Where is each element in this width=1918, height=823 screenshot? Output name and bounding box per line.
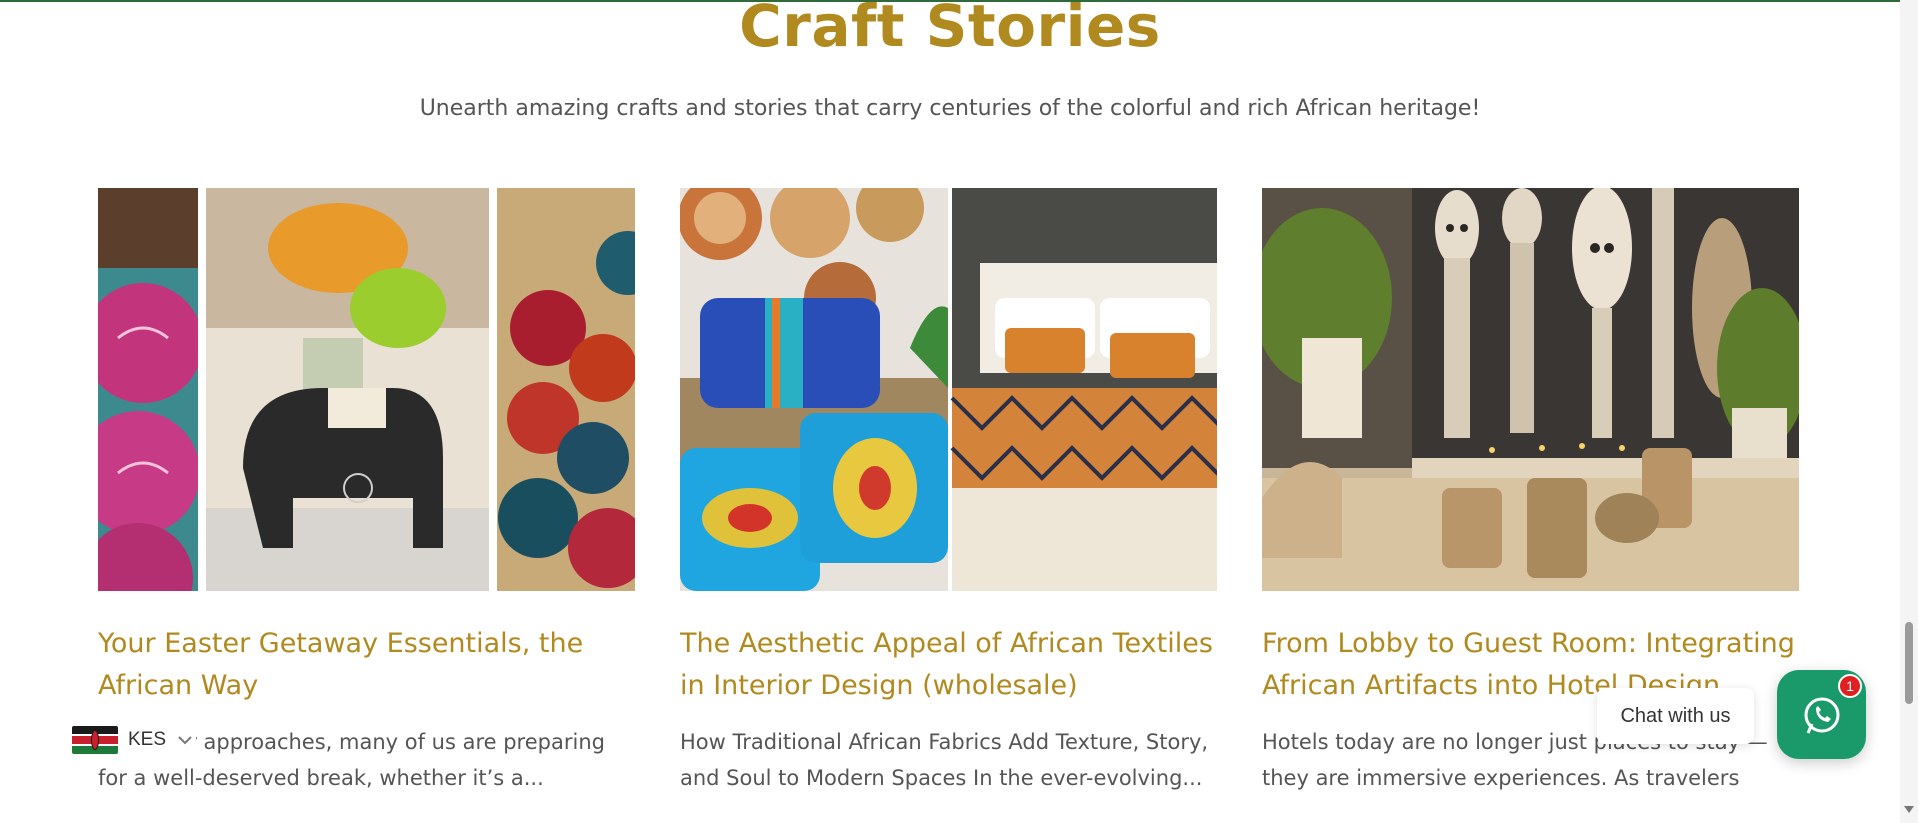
chat-label[interactable]: Chat with us bbox=[1597, 688, 1754, 744]
chevron-down-icon bbox=[178, 736, 192, 745]
easter-collage-image bbox=[98, 188, 635, 591]
blog-card: Your Easter Getaway Essentials, the Afri… bbox=[98, 188, 635, 796]
scrollbar-thumb[interactable] bbox=[1905, 622, 1913, 704]
page-scrollbar[interactable] bbox=[1900, 0, 1918, 823]
blog-card: The Aesthetic Appeal of African Textiles… bbox=[680, 188, 1217, 796]
currency-code: KES bbox=[128, 729, 167, 750]
kenya-flag-icon bbox=[72, 726, 118, 754]
card-title[interactable]: Your Easter Getaway Essentials, the Afri… bbox=[98, 623, 635, 707]
section-title: Craft Stories bbox=[739, 0, 1161, 60]
scroll-down-arrow-icon[interactable] bbox=[1904, 806, 1914, 813]
card-title[interactable]: The Aesthetic Appeal of African Textiles… bbox=[680, 623, 1217, 707]
section-subtitle: Unearth amazing crafts and stories that … bbox=[419, 96, 1481, 121]
card-excerpt: How Traditional African Fabrics Add Text… bbox=[680, 730, 1209, 790]
currency-selector[interactable]: KES bbox=[70, 722, 196, 758]
card-image-link[interactable] bbox=[680, 188, 1217, 591]
hotel-lobby-image bbox=[1262, 188, 1799, 591]
card-image-link[interactable] bbox=[98, 188, 635, 591]
textiles-collage-image bbox=[680, 188, 1217, 591]
notification-badge: 1 bbox=[1838, 674, 1862, 698]
card-image-link[interactable] bbox=[1262, 188, 1799, 591]
whatsapp-icon bbox=[1804, 697, 1839, 734]
